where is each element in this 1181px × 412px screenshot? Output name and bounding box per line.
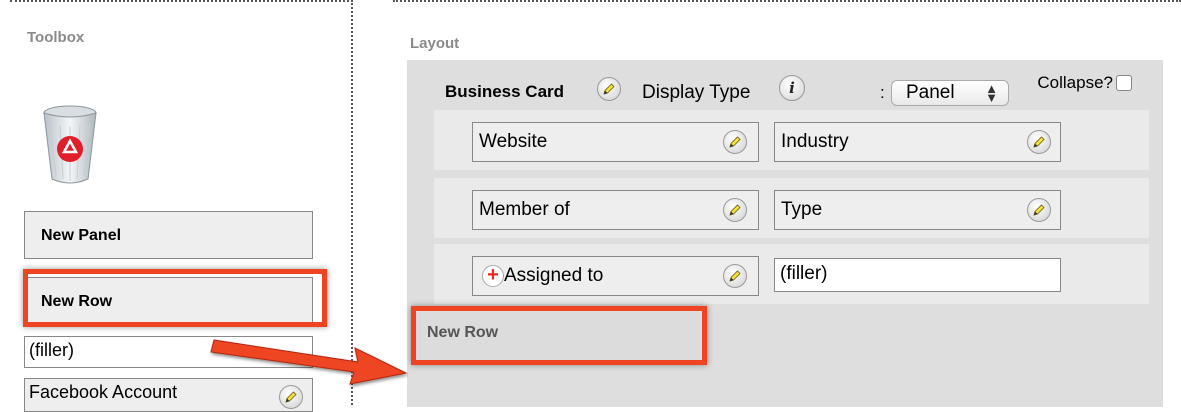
pencil-icon[interactable]	[279, 385, 303, 409]
dropped-new-row[interactable]: New Row	[417, 312, 700, 360]
field-label: Member of	[479, 199, 570, 220]
field-industry[interactable]: Industry	[774, 122, 1061, 162]
field-assigned-to[interactable]: + Assigned to	[472, 256, 759, 296]
toolbox-field-facebook-label: Facebook Account	[29, 382, 178, 402]
toolbox-title: Toolbox	[27, 29, 85, 46]
field-website[interactable]: Website	[472, 122, 759, 162]
pencil-icon[interactable]	[597, 77, 621, 101]
toolbox-new-panel[interactable]: New Panel	[24, 211, 313, 259]
field-member-of[interactable]: Member of	[472, 190, 759, 230]
layout-area: Layout Business Card Display Type i : Pa…	[393, 0, 1181, 407]
panel-header: Business Card Display Type i : Panel ▲ ▼ …	[445, 70, 1165, 110]
field-label: Website	[479, 131, 548, 152]
field-label: Assigned to	[504, 265, 604, 287]
plus-icon[interactable]: +	[482, 265, 504, 287]
field-type[interactable]: Type	[774, 190, 1061, 230]
field-label: Type	[781, 199, 823, 220]
layout-title: Layout	[410, 35, 460, 52]
display-type-value: Panel	[906, 82, 955, 103]
drag-arrow-icon	[210, 339, 408, 385]
select-arrows-icon: ▲ ▼	[985, 81, 998, 105]
collapse-checkbox[interactable]	[1116, 75, 1132, 91]
collapse-label: Collapse?	[1037, 73, 1113, 92]
pencil-icon[interactable]	[1027, 130, 1051, 154]
layout-row[interactable]: + Assigned to (filler)	[434, 244, 1149, 304]
pencil-icon[interactable]	[723, 264, 747, 288]
panel-name: Business Card	[445, 82, 565, 101]
display-type-label: Display Type	[642, 82, 751, 103]
field-label: Industry	[781, 131, 849, 152]
layout-row[interactable]: Website Industry	[434, 110, 1149, 170]
pencil-icon[interactable]	[1027, 198, 1051, 222]
trash-icon[interactable]	[40, 97, 100, 187]
display-type-colon: :	[880, 83, 885, 102]
field-filler[interactable]: (filler)	[774, 258, 1061, 292]
pencil-icon[interactable]	[723, 130, 747, 154]
info-icon[interactable]: i	[779, 75, 805, 101]
display-type-select[interactable]: Panel ▲ ▼	[891, 80, 1009, 106]
field-label: (filler)	[780, 263, 828, 284]
pencil-icon[interactable]	[723, 198, 747, 222]
layout-row[interactable]: Member of Type	[434, 178, 1149, 238]
